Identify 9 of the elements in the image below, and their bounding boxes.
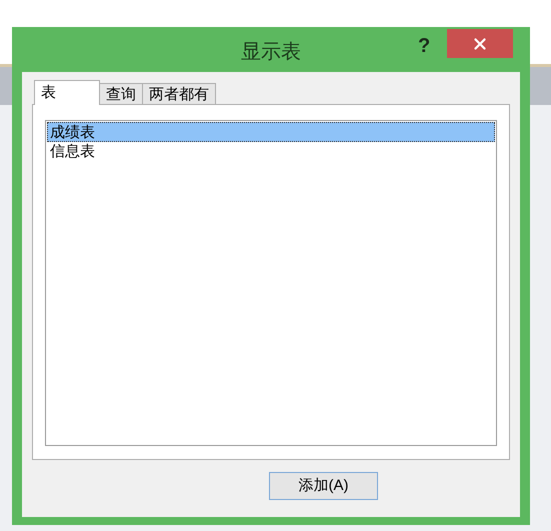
help-button[interactable]: ? bbox=[418, 31, 430, 61]
list-item[interactable]: 信息表 bbox=[47, 142, 495, 162]
window-title: 显示表 bbox=[241, 40, 301, 65]
tab[interactable]: 表 bbox=[34, 80, 100, 105]
tab[interactable]: 查询 bbox=[99, 83, 143, 104]
close-button[interactable] bbox=[447, 29, 513, 58]
list-item[interactable]: 成绩表 bbox=[47, 122, 495, 142]
add-button[interactable]: 添加(A) bbox=[269, 472, 378, 500]
tab[interactable]: 两者都有 bbox=[142, 83, 216, 104]
